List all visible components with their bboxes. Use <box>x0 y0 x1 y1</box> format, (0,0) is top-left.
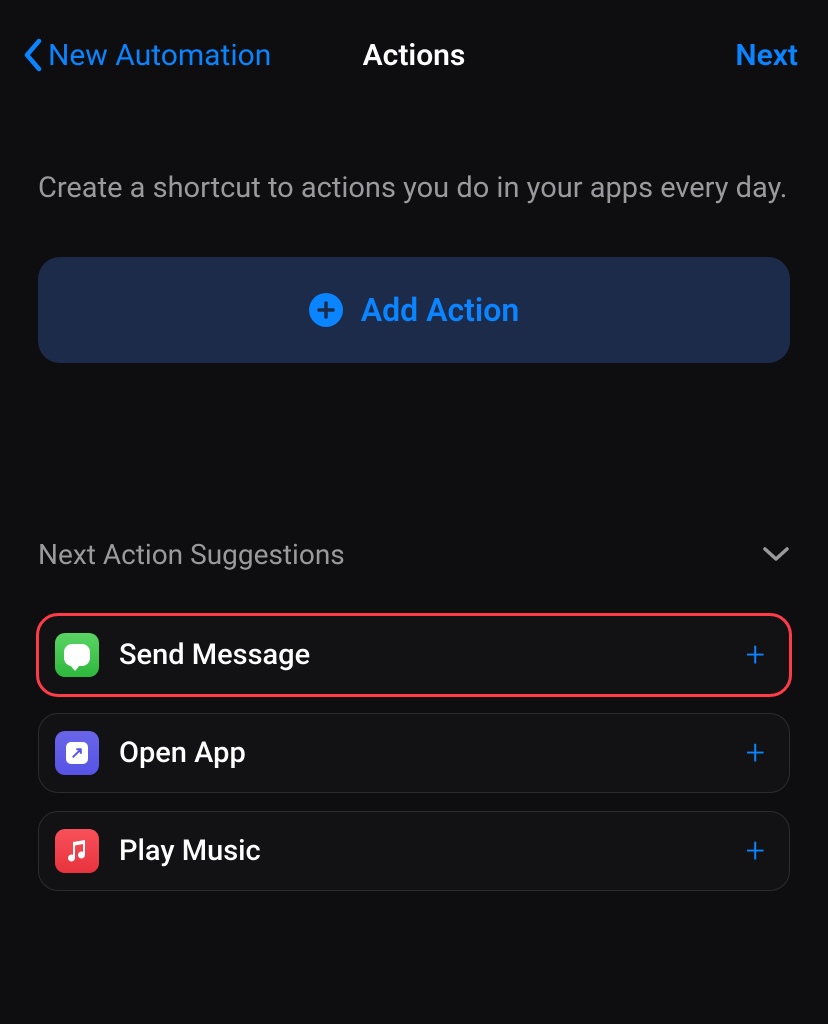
messages-icon <box>55 633 99 677</box>
plus-icon[interactable]: + <box>746 736 765 770</box>
add-action-button[interactable]: Add Action <box>38 257 790 363</box>
plus-icon[interactable]: + <box>746 638 765 672</box>
suggestion-label: Open App <box>119 736 246 770</box>
chevron-down-icon <box>762 545 790 563</box>
back-label: New Automation <box>48 38 271 73</box>
suggestion-label: Play Music <box>119 834 261 868</box>
open-app-icon: ↗ <box>55 731 99 775</box>
suggestions-header-label: Next Action Suggestions <box>38 538 345 571</box>
description-text: Create a shortcut to actions you do in y… <box>38 168 790 209</box>
music-icon <box>55 829 99 873</box>
suggestion-play-music[interactable]: Play Music + <box>38 811 790 891</box>
plus-icon[interactable]: + <box>746 834 765 868</box>
chevron-left-icon <box>22 38 42 72</box>
suggestion-open-app[interactable]: ↗ Open App + <box>38 713 790 793</box>
suggestion-label: Send Message <box>119 638 310 672</box>
suggestions-header-toggle[interactable]: Next Action Suggestions <box>38 538 790 571</box>
suggestion-send-message[interactable]: Send Message + <box>38 615 790 695</box>
back-button[interactable]: New Automation <box>22 38 271 73</box>
page-title: Actions <box>363 38 466 73</box>
next-button[interactable]: Next <box>735 38 798 73</box>
add-action-label: Add Action <box>361 291 519 329</box>
plus-circle-icon <box>309 293 343 327</box>
